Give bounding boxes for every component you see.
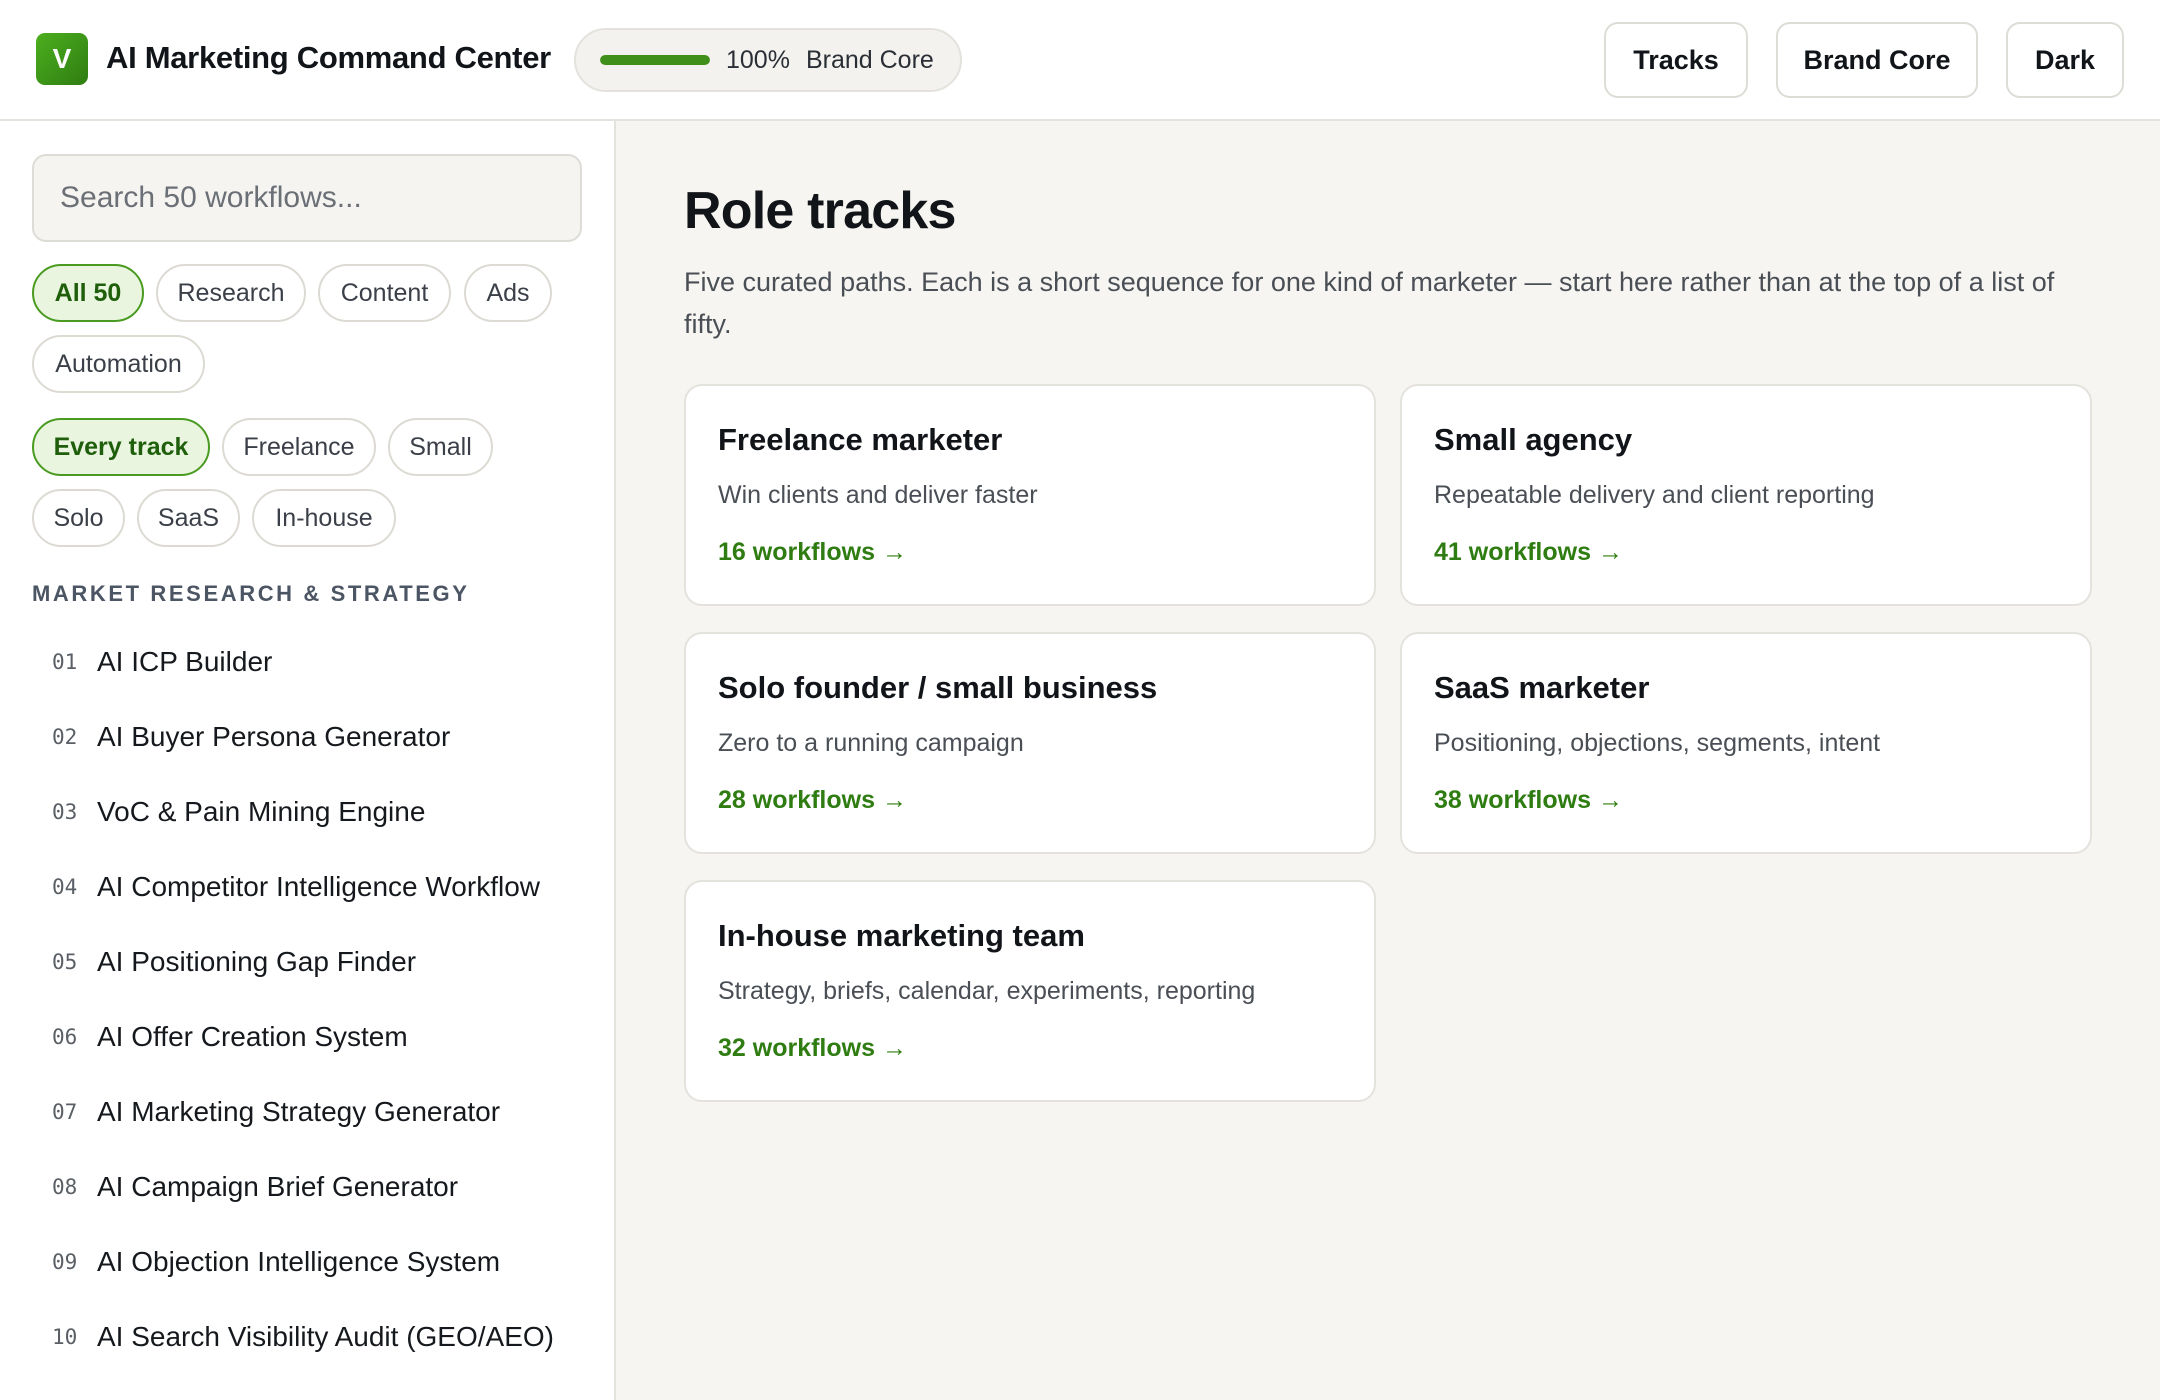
- workflow-item[interactable]: 04 AI Competitor Intelligence Workflow: [32, 857, 592, 917]
- workflow-name: AI Competitor Intelligence Workflow: [97, 871, 540, 902]
- workflow-name: AI Positioning Gap Finder: [97, 946, 417, 977]
- workflow-number: 02: [52, 725, 78, 749]
- workflow-item[interactable]: 08 AI Campaign Brief Generator: [32, 1157, 592, 1217]
- workflow-item[interactable]: 09 AI Objection Intelligence System: [32, 1232, 592, 1292]
- chip-freelance[interactable]: Freelance: [222, 418, 376, 476]
- workflow-number: 06: [52, 1025, 78, 1049]
- workflow-name: AI Offer Creation System: [97, 1021, 408, 1052]
- workflow-number: 08: [52, 1175, 78, 1199]
- track-card-small-agency[interactable]: Small agency Repeatable delivery and cli…: [1400, 384, 2092, 606]
- chip-solo[interactable]: Solo: [32, 489, 125, 547]
- brand-core-button[interactable]: Brand Core: [1776, 22, 1978, 98]
- workflow-number: 07: [52, 1100, 78, 1124]
- main-content: Role tracks Five curated paths. Each is …: [616, 121, 2160, 1400]
- workflow-number: 10: [52, 1325, 78, 1349]
- dark-mode-button[interactable]: Dark: [2006, 22, 2124, 98]
- workflow-name: AI Buyer Persona Generator: [97, 721, 451, 752]
- workflow-name: AI Campaign Brief Generator: [97, 1171, 459, 1202]
- workflow-item[interactable]: 01 AI ICP Builder: [32, 632, 592, 692]
- brand-core-status[interactable]: 100% Brand Core: [574, 28, 962, 92]
- brand-core-label: Brand Core: [805, 45, 934, 74]
- track-card-workflows-link[interactable]: 28 workflows →: [718, 786, 907, 815]
- chip-ads[interactable]: Ads: [464, 264, 552, 322]
- workflow-name: AI Search Visibility Audit (GEO/AEO): [97, 1321, 554, 1352]
- track-card-title: SaaS marketer: [1434, 670, 1650, 705]
- chip-in-house[interactable]: In-house: [252, 489, 396, 547]
- track-card-subtitle: Win clients and deliver faster: [718, 481, 1038, 509]
- search-input[interactable]: [32, 154, 582, 242]
- workflow-item[interactable]: 07 AI Marketing Strategy Generator: [32, 1082, 592, 1142]
- track-card-workflows-link[interactable]: 38 workflows →: [1434, 786, 1623, 815]
- track-card-saas[interactable]: SaaS marketer Positioning, objections, s…: [1400, 632, 2092, 854]
- workflow-number: 03: [52, 800, 78, 824]
- track-card-in-house[interactable]: In-house marketing team Strategy, briefs…: [684, 880, 1376, 1102]
- workflow-name: AI Marketing Strategy Generator: [97, 1096, 501, 1127]
- track-card-solo-founder[interactable]: Solo founder / small business Zero to a …: [684, 632, 1376, 854]
- workflow-item[interactable]: 02 AI Buyer Persona Generator: [32, 707, 592, 767]
- workflow-item[interactable]: 10 AI Search Visibility Audit (GEO/AEO): [32, 1307, 592, 1367]
- chip-every-track[interactable]: Every track: [32, 418, 210, 476]
- brand-core-progress-bar: [600, 55, 710, 65]
- track-card-workflows-link[interactable]: 16 workflows →: [718, 538, 907, 567]
- app-logo: V: [36, 33, 88, 85]
- workflow-item[interactable]: 06 AI Offer Creation System: [32, 1007, 592, 1067]
- track-card-workflows-link[interactable]: 41 workflows →: [1434, 538, 1623, 567]
- page-description: Five curated paths. Each is a short sequ…: [684, 267, 2055, 339]
- brand-core-percent: 100%: [726, 45, 790, 74]
- chip-research[interactable]: Research: [156, 264, 306, 322]
- track-card-title: Solo founder / small business: [718, 670, 1158, 705]
- track-card-subtitle: Strategy, briefs, calendar, experiments,…: [718, 977, 1256, 1005]
- tracks-button[interactable]: Tracks: [1604, 22, 1748, 98]
- workflow-number: 01: [52, 650, 78, 674]
- track-card-freelance[interactable]: Freelance marketer Win clients and deliv…: [684, 384, 1376, 606]
- page-title: Role tracks: [684, 182, 956, 240]
- workflow-name: AI ICP Builder: [97, 646, 273, 677]
- track-card-title: Freelance marketer: [718, 422, 1003, 457]
- track-card-subtitle: Zero to a running campaign: [718, 729, 1024, 757]
- chip-small[interactable]: Small: [388, 418, 493, 476]
- workflow-number: 05: [52, 950, 78, 974]
- section-label: MARKET RESEARCH & STRATEGY: [32, 581, 470, 606]
- workflow-name: VoC & Pain Mining Engine: [97, 796, 426, 827]
- track-card-subtitle: Repeatable delivery and client reporting: [1434, 481, 1875, 509]
- track-card-workflows-link[interactable]: 32 workflows →: [718, 1034, 907, 1063]
- brand-core-progress-fill: [600, 55, 710, 65]
- app-title: AI Marketing Command Center: [106, 40, 551, 75]
- chip-saas[interactable]: SaaS: [137, 489, 240, 547]
- workflow-number: 09: [52, 1250, 78, 1274]
- workflow-number: 04: [52, 875, 78, 899]
- workflow-item[interactable]: 05 AI Positioning Gap Finder: [32, 932, 592, 992]
- sidebar: All 50 Research Content Ads Automation E…: [0, 121, 616, 1400]
- track-card-subtitle: Positioning, objections, segments, inten…: [1434, 729, 1881, 757]
- chip-automation[interactable]: Automation: [32, 335, 205, 393]
- chip-content[interactable]: Content: [318, 264, 451, 322]
- workflow-name: AI Objection Intelligence System: [97, 1246, 501, 1277]
- top-bar: V AI Marketing Command Center 100% Brand…: [0, 0, 2160, 121]
- chip-all[interactable]: All 50: [32, 264, 144, 322]
- track-card-title: In-house marketing team: [718, 918, 1085, 953]
- track-card-title: Small agency: [1434, 422, 1633, 457]
- workflow-item[interactable]: 03 VoC & Pain Mining Engine: [32, 782, 592, 842]
